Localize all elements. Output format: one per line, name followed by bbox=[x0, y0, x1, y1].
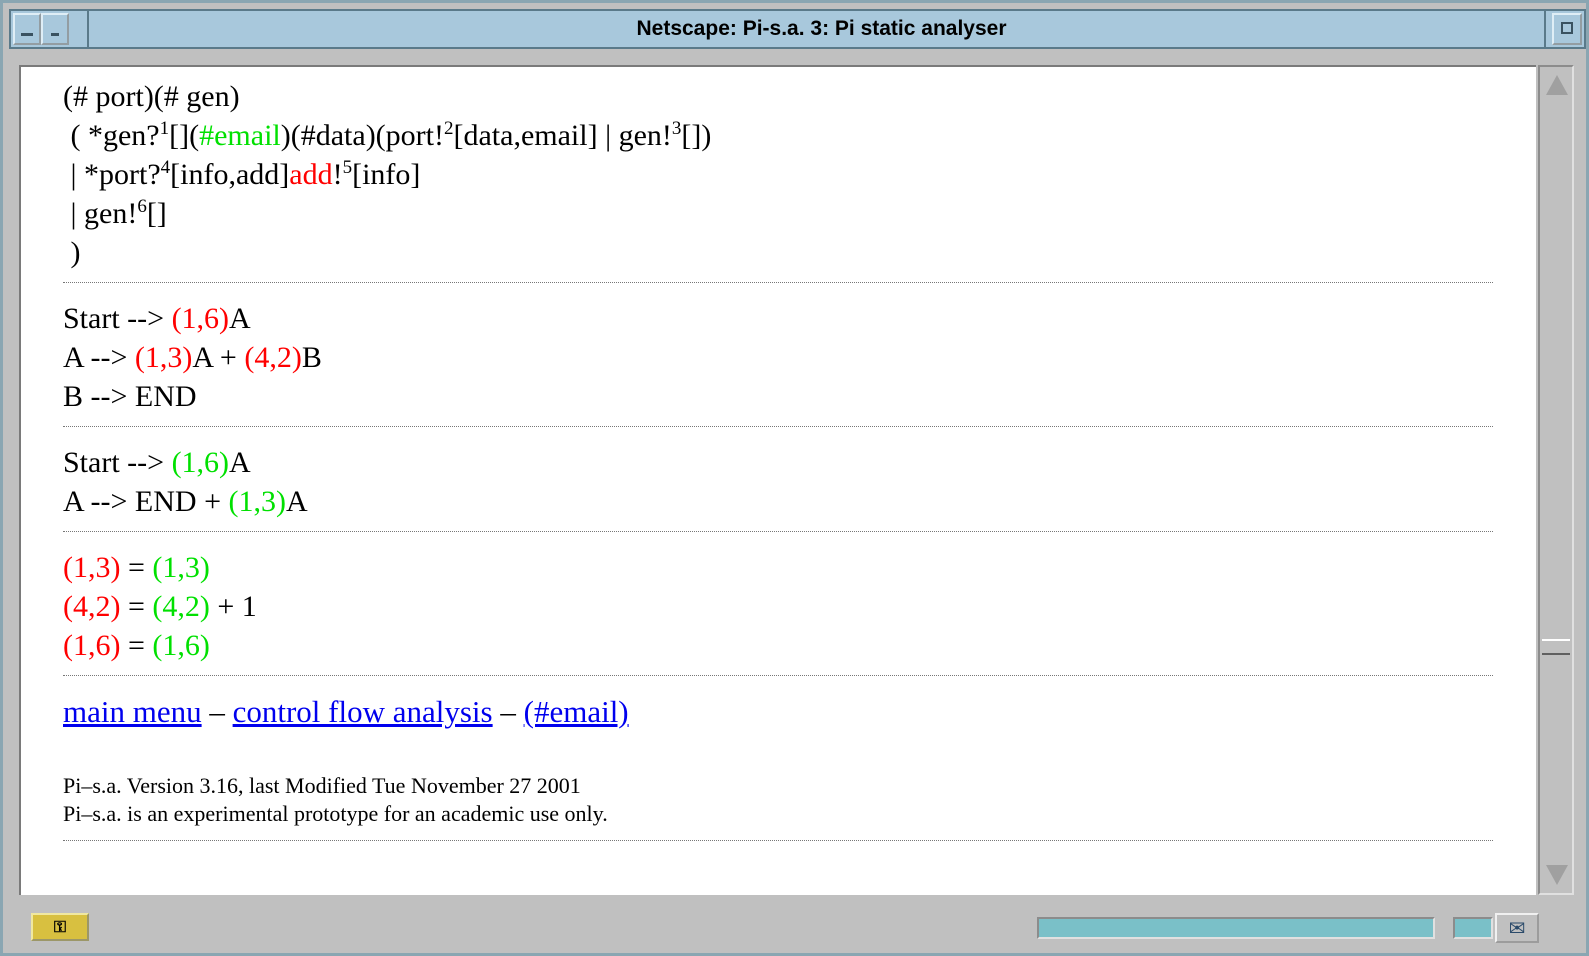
footer: Pi–s.a. Version 3.16, last Modified Tue … bbox=[63, 772, 1493, 828]
title-bar[interactable]: Netscape: Pi-s.a. 3: Pi static analyser bbox=[9, 9, 1586, 49]
window-menu-button[interactable] bbox=[13, 13, 41, 45]
minimize-button[interactable] bbox=[41, 13, 69, 45]
grammar-rule: Start --> (1,6)A bbox=[63, 446, 251, 479]
progress-bar bbox=[1037, 917, 1435, 939]
divider bbox=[63, 840, 1493, 841]
process-definition: (# port)(# gen) ( *gen?1[](#email)(#data… bbox=[63, 77, 1493, 272]
equation: (4,2) = (4,2) + 1 bbox=[63, 590, 257, 623]
divider bbox=[63, 531, 1493, 532]
control-flow-analysis-link[interactable]: control flow analysis bbox=[233, 694, 493, 729]
process-line: | gen!6[] bbox=[63, 196, 167, 230]
page-content: (# port)(# gen) ( *gen?1[](#email)(#data… bbox=[19, 65, 1536, 895]
disclaimer-text: Pi–s.a. is an experimental prototype for… bbox=[63, 801, 608, 826]
divider bbox=[63, 282, 1493, 283]
scroll-down-icon[interactable] bbox=[1546, 865, 1568, 885]
email-name: #email bbox=[199, 119, 281, 152]
scroll-up-icon[interactable] bbox=[1546, 75, 1568, 95]
process-line: (# port)(# gen) bbox=[63, 80, 240, 113]
status-indicator bbox=[1453, 917, 1493, 939]
maximize-button[interactable] bbox=[1552, 13, 1582, 45]
maximize-icon bbox=[1561, 22, 1573, 34]
main-menu-link[interactable]: main menu bbox=[63, 694, 202, 729]
equations: (1,3) = (1,3) (4,2) = (4,2) + 1 (1,6) = … bbox=[63, 548, 1493, 665]
window-title: Netscape: Pi-s.a. 3: Pi static analyser bbox=[636, 17, 1007, 40]
process-line: ( *gen?1[](#email)(#data)(port!2[data,em… bbox=[63, 118, 712, 152]
grammar-rule: A --> (1,3)A + (4,2)B bbox=[63, 341, 322, 374]
grammar-rule: B --> END bbox=[63, 380, 197, 413]
nav-links: main menu – control flow analysis – (#em… bbox=[63, 694, 629, 729]
divider bbox=[63, 426, 1493, 427]
add-name: add bbox=[289, 158, 333, 191]
equation: (1,3) = (1,3) bbox=[63, 551, 210, 584]
vertical-scrollbar[interactable] bbox=[1538, 65, 1574, 895]
grammar-rule: A --> END + (1,3)A bbox=[63, 485, 308, 518]
mail-icon[interactable]: ✉ bbox=[1495, 913, 1539, 943]
process-line: ) bbox=[63, 236, 81, 269]
scroll-thumb[interactable] bbox=[1542, 639, 1570, 655]
equation: (1,6) = (1,6) bbox=[63, 629, 210, 662]
version-text: Pi–s.a. Version 3.16, last Modified Tue … bbox=[63, 773, 581, 798]
grammar-two: Start --> (1,6)A A --> END + (1,3)A bbox=[63, 443, 1493, 521]
grammar-one: Start --> (1,6)A A --> (1,3)A + (4,2)B B… bbox=[63, 299, 1493, 416]
grammar-rule: Start --> (1,6)A bbox=[63, 302, 251, 335]
divider bbox=[63, 675, 1493, 676]
process-line: | *port?4[info,add]add!5[info] bbox=[63, 157, 421, 191]
browser-window: Netscape: Pi-s.a. 3: Pi static analyser … bbox=[0, 0, 1589, 956]
email-link[interactable]: (#email) bbox=[524, 694, 629, 729]
status-bar: ⚿ ✉ bbox=[9, 903, 1586, 951]
lock-key-icon[interactable]: ⚿ bbox=[31, 913, 89, 941]
